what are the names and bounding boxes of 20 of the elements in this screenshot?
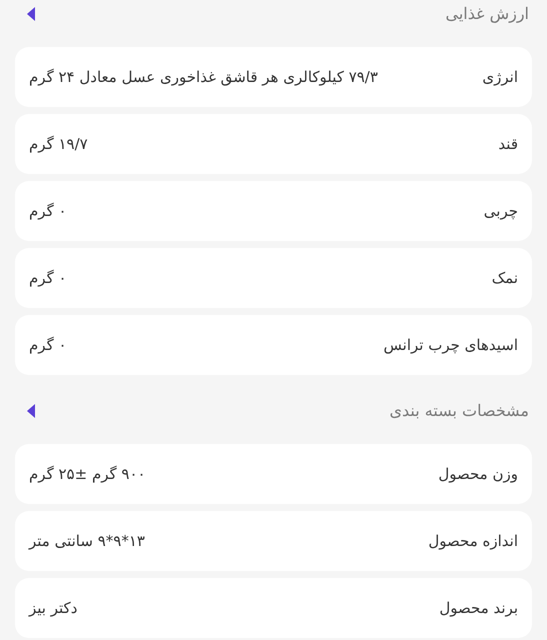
section-title: ارزش غذایی (445, 4, 530, 23)
spec-value: ۹۰۰ گرم ±۲۵ گرم (29, 465, 146, 483)
spec-value: ۱۹/۷ گرم (29, 135, 88, 153)
spec-value: ۰ گرم (29, 269, 67, 287)
spec-label: انرژی (482, 68, 518, 86)
collapse-arrow-icon[interactable] (27, 6, 35, 20)
spec-value: ۱۳*۹*۹ سانتی متر (29, 532, 145, 550)
spec-label: برند محصول (439, 599, 518, 617)
spec-label: قند (498, 135, 518, 153)
spec-label: وزن محصول (438, 465, 518, 483)
spec-label: نمک (492, 269, 518, 287)
spec-label: اندازه محصول (428, 532, 518, 550)
spec-value: دکتر بیز (29, 599, 78, 617)
collapse-arrow-icon[interactable] (27, 404, 35, 418)
spec-value: ۷۹/۳ کیلوکالری هر قاشق غذاخوری عسل معادل ۲۴ گرم (29, 68, 378, 86)
section-title: مشخصات بسته بندی (390, 401, 530, 420)
spec-label: چربی (484, 202, 518, 220)
spec-value: ۰ گرم (29, 336, 67, 354)
spec-label: اسیدهای چرب ترانس (384, 336, 518, 354)
spec-value: ۰ گرم (29, 202, 67, 220)
